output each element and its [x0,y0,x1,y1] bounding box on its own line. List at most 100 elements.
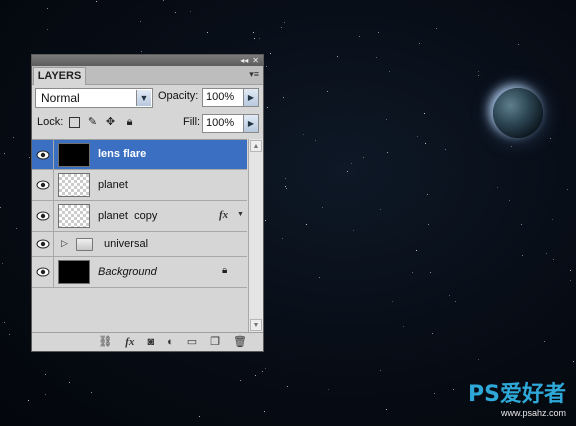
star [380,209,381,210]
star [573,361,574,362]
star [140,21,141,22]
star [453,389,454,390]
lock-row: Lock: ✎ ✥ 🔒︎ Fill: 100% ▶ [35,113,261,135]
mask-icon[interactable]: ◙ [147,336,154,348]
star [552,219,553,220]
lock-all-icon[interactable]: 🔒︎ [124,117,135,128]
layers-panel: ◂◂ ✕ LAYERS ▾≡ Normal ▼ Opacity: 100% ▶ … [31,54,264,352]
star [285,186,286,187]
collapse-icon[interactable]: ◂◂ [240,56,248,65]
star [478,71,479,72]
visibility-eye-icon[interactable] [32,232,54,256]
star [207,32,208,33]
star [47,8,48,9]
star [4,153,5,154]
scroll-down-icon[interactable]: ▼ [250,319,262,331]
link-icon[interactable]: ⛓ [98,336,112,348]
star [255,375,256,376]
star [497,187,498,188]
star [432,333,433,334]
star [286,188,287,189]
blend-mode-select[interactable]: Normal ▼ [35,88,153,108]
lock-position-icon[interactable]: ✥ [105,117,116,128]
trash-icon[interactable]: 🗑︎ [233,336,247,348]
star [254,38,255,39]
fill-slider-arrow-icon[interactable]: ▶ [243,115,258,132]
star [403,326,404,327]
layer-row-universal[interactable]: ▷ universal [32,232,247,257]
star [376,57,377,58]
star [359,36,360,37]
lock-image-pixels-icon[interactable]: ✎ [87,117,98,128]
layer-row-planet[interactable]: planet [32,170,247,201]
opacity-slider-arrow-icon[interactable]: ▶ [243,89,258,106]
star [327,91,328,92]
new-layer-icon[interactable]: ❐ [210,336,220,348]
group-expand-icon[interactable]: ▷ [61,238,68,249]
visibility-eye-icon[interactable] [32,140,54,169]
scrollbar[interactable]: ▲ ▼ [248,139,263,332]
star [16,228,17,229]
layer-name[interactable]: universal [104,238,148,250]
star [419,43,420,44]
star [424,113,425,114]
star [428,224,429,225]
layer-thumbnail [58,173,90,197]
star [2,263,3,264]
layer-name[interactable]: Background [98,266,157,278]
panel-footer: ⛓ fx ◙ ◐ ▭ ❐ 🗑︎ [32,332,263,351]
expand-effects-icon[interactable]: ▼ [237,211,244,218]
layer-name[interactable]: lens flare [98,148,146,160]
opacity-label: Opacity: [158,90,199,102]
scroll-up-icon[interactable]: ▲ [250,140,262,152]
star [266,66,267,67]
fill-input[interactable]: 100% ▶ [202,114,259,133]
planet-image [493,88,543,138]
watermark-url: www.psahz.com [500,408,566,418]
lock-transparent-pixels-icon[interactable] [69,117,80,128]
star [284,22,285,23]
layer-effects-icon[interactable]: fx [219,209,228,221]
tab-layers[interactable]: LAYERS [33,67,86,85]
star [9,334,10,335]
star [521,224,522,225]
layer-row-planet-copy[interactable]: planet copy fx ▼ [32,201,247,232]
layer-row-lens-flare[interactable]: lens flare [32,140,247,170]
blend-mode-value: Normal [41,91,80,105]
adjustment-icon[interactable]: ◐ [167,336,174,348]
layer-name[interactable]: planet [98,179,128,191]
layer-row-background[interactable]: Background 🔒︎ [32,257,247,288]
watermark: PS爱好者 www.psahz.com [468,376,566,418]
star [315,140,316,141]
star [199,416,200,417]
star [47,29,48,30]
visibility-eye-icon[interactable] [32,170,54,200]
star [347,171,348,172]
layer-thumbnail [58,260,90,284]
star [567,189,568,190]
star [387,152,388,153]
star [303,134,304,135]
star [509,200,510,201]
star [328,389,329,390]
opacity-input[interactable]: 100% ▶ [202,88,259,107]
star [351,163,352,164]
star [436,28,437,29]
star [449,295,450,296]
star [45,394,46,395]
close-icon[interactable]: ✕ [252,56,259,65]
star [29,157,30,158]
visibility-eye-icon[interactable] [32,201,54,231]
folder-icon[interactable]: ▭ [187,336,197,348]
visibility-eye-icon[interactable] [32,257,54,287]
star [287,386,288,387]
star [13,137,14,138]
panel-titlebar: ◂◂ ✕ [32,55,263,66]
chevron-down-icon[interactable]: ▼ [136,90,151,106]
layer-name[interactable]: planet copy [98,210,157,222]
panel-menu-icon[interactable]: ▾≡ [249,69,259,80]
fx-icon[interactable]: fx [125,336,134,348]
star [386,409,387,410]
star [417,136,418,137]
star [282,238,283,239]
